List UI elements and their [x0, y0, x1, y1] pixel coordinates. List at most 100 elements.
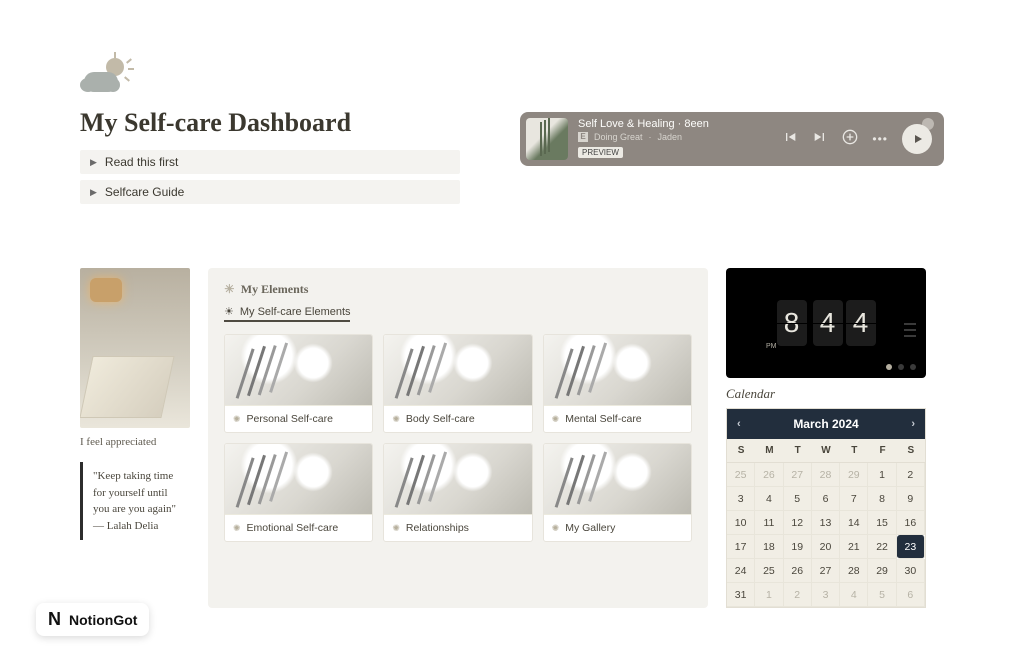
- mood-photo: [80, 268, 190, 428]
- card-image: [225, 444, 372, 514]
- cal-day[interactable]: 8: [868, 487, 896, 511]
- cal-day[interactable]: 4: [755, 487, 783, 511]
- sparkle-icon: ✺: [233, 523, 241, 534]
- cal-day[interactable]: 15: [868, 511, 896, 535]
- element-card[interactable]: ✺ Body Self-care: [383, 334, 532, 433]
- element-card[interactable]: ✺ Mental Self-care: [543, 334, 692, 433]
- spotify-widget[interactable]: Self Love & Healing · 8een E Doing Great…: [520, 112, 944, 166]
- section-title: My Elements: [241, 282, 309, 297]
- cal-day[interactable]: 28: [812, 463, 840, 487]
- add-icon[interactable]: [842, 129, 858, 150]
- sparkle-icon: ✺: [392, 523, 400, 534]
- cal-day[interactable]: 2: [784, 583, 812, 607]
- sparkle-icon: ✺: [392, 414, 400, 425]
- clock-meridiem: PM: [766, 343, 777, 350]
- tab-self-care-elements[interactable]: ☀︎ My Self-care Elements: [224, 305, 692, 318]
- menu-icon[interactable]: [904, 323, 916, 337]
- spotify-logo-icon: [922, 118, 934, 130]
- cal-day[interactable]: 30: [897, 559, 925, 583]
- cal-day[interactable]: 29: [840, 463, 868, 487]
- sparkle-icon: ✺: [552, 523, 560, 534]
- badge-label: NotionGot: [69, 612, 137, 628]
- clock-hour: 8: [777, 300, 807, 346]
- cal-day[interactable]: 29: [868, 559, 896, 583]
- cal-day[interactable]: 21: [840, 535, 868, 559]
- cal-month-label: March 2024: [793, 417, 858, 431]
- chevron-right-icon: ▶: [90, 187, 97, 198]
- cal-day[interactable]: 18: [755, 535, 783, 559]
- weather-sun-cloud-icon: [84, 58, 134, 98]
- card-title: Body Self-care: [406, 413, 475, 425]
- preview-badge: PREVIEW: [578, 147, 623, 158]
- cal-day[interactable]: 31: [727, 583, 755, 607]
- cal-dow: W: [812, 439, 840, 463]
- clock-page-dots: [886, 364, 916, 370]
- cal-day[interactable]: 27: [784, 463, 812, 487]
- cal-day[interactable]: 22: [868, 535, 896, 559]
- cal-day[interactable]: 10: [727, 511, 755, 535]
- toggle-selfcare-guide[interactable]: ▶ Selfcare Guide: [80, 180, 460, 204]
- elements-panel: ☀︎ My Elements ☀︎ My Self-care Elements …: [208, 268, 708, 608]
- element-card[interactable]: ✺Relationships: [383, 443, 532, 542]
- cal-day[interactable]: 11: [755, 511, 783, 535]
- cal-day[interactable]: 20: [812, 535, 840, 559]
- cal-dow: M: [755, 439, 783, 463]
- card-title: Personal Self-care: [247, 413, 333, 425]
- next-track-icon[interactable]: [812, 129, 828, 150]
- cal-day[interactable]: 26: [784, 559, 812, 583]
- cal-day[interactable]: 4: [840, 583, 868, 607]
- card-image: [544, 335, 691, 405]
- sparkle-icon: ✺: [233, 414, 241, 425]
- toggle-label: Selfcare Guide: [105, 185, 184, 199]
- cal-day[interactable]: 6: [897, 583, 925, 607]
- feeling-text: I feel appreciated: [80, 436, 190, 448]
- cal-day[interactable]: 27: [812, 559, 840, 583]
- weather-mini-icon: ☀︎: [224, 305, 234, 318]
- cal-prev-icon[interactable]: ‹: [737, 418, 741, 430]
- playlist-title: Self Love & Healing · 8een: [578, 118, 772, 130]
- cal-day[interactable]: 17: [727, 535, 755, 559]
- cal-day[interactable]: 14: [840, 511, 868, 535]
- cal-day[interactable]: 19: [784, 535, 812, 559]
- cal-day[interactable]: 13: [812, 511, 840, 535]
- cal-day[interactable]: 3: [812, 583, 840, 607]
- cal-day[interactable]: 24: [727, 559, 755, 583]
- prev-track-icon[interactable]: [782, 129, 798, 150]
- explicit-badge: E: [578, 132, 588, 142]
- card-title: My Gallery: [565, 522, 615, 534]
- cal-day-today[interactable]: 23: [897, 535, 925, 559]
- cal-day[interactable]: 16: [897, 511, 925, 535]
- cal-day[interactable]: 26: [755, 463, 783, 487]
- cal-dow: S: [727, 439, 755, 463]
- notiongot-badge[interactable]: N NotionGot: [36, 603, 149, 636]
- cal-day[interactable]: 5: [868, 583, 896, 607]
- cal-day[interactable]: 25: [727, 463, 755, 487]
- cal-day[interactable]: 1: [868, 463, 896, 487]
- cal-day[interactable]: 7: [840, 487, 868, 511]
- clock-min-tens: 4: [813, 300, 843, 346]
- element-card[interactable]: ✺ My Gallery: [543, 443, 692, 542]
- element-card[interactable]: ✺Emotional Self-care: [224, 443, 373, 542]
- cal-day[interactable]: 1: [755, 583, 783, 607]
- cal-dow: T: [784, 439, 812, 463]
- cal-day[interactable]: 25: [755, 559, 783, 583]
- cal-day[interactable]: 2: [897, 463, 925, 487]
- cal-dow: F: [868, 439, 896, 463]
- cal-day[interactable]: 28: [840, 559, 868, 583]
- card-image: [225, 335, 372, 405]
- more-icon[interactable]: •••: [872, 132, 888, 146]
- cal-day[interactable]: 9: [897, 487, 925, 511]
- flip-clock: 8 4 4 PM: [726, 268, 926, 378]
- cal-next-icon[interactable]: ›: [911, 418, 915, 430]
- cal-day[interactable]: 5: [784, 487, 812, 511]
- calendar-widget: ‹ March 2024 › SMTWTFS252627282912345678…: [726, 408, 926, 608]
- cal-day[interactable]: 12: [784, 511, 812, 535]
- weather-mini-icon: ☀︎: [224, 282, 235, 297]
- tab-label: My Self-care Elements: [240, 306, 351, 318]
- element-card[interactable]: ✺ Personal Self-care: [224, 334, 373, 433]
- card-title: Mental Self-care: [565, 413, 641, 425]
- sparkle-icon: ✺: [552, 414, 560, 425]
- cal-day[interactable]: 6: [812, 487, 840, 511]
- toggle-read-first[interactable]: ▶ Read this first: [80, 150, 460, 174]
- cal-day[interactable]: 3: [727, 487, 755, 511]
